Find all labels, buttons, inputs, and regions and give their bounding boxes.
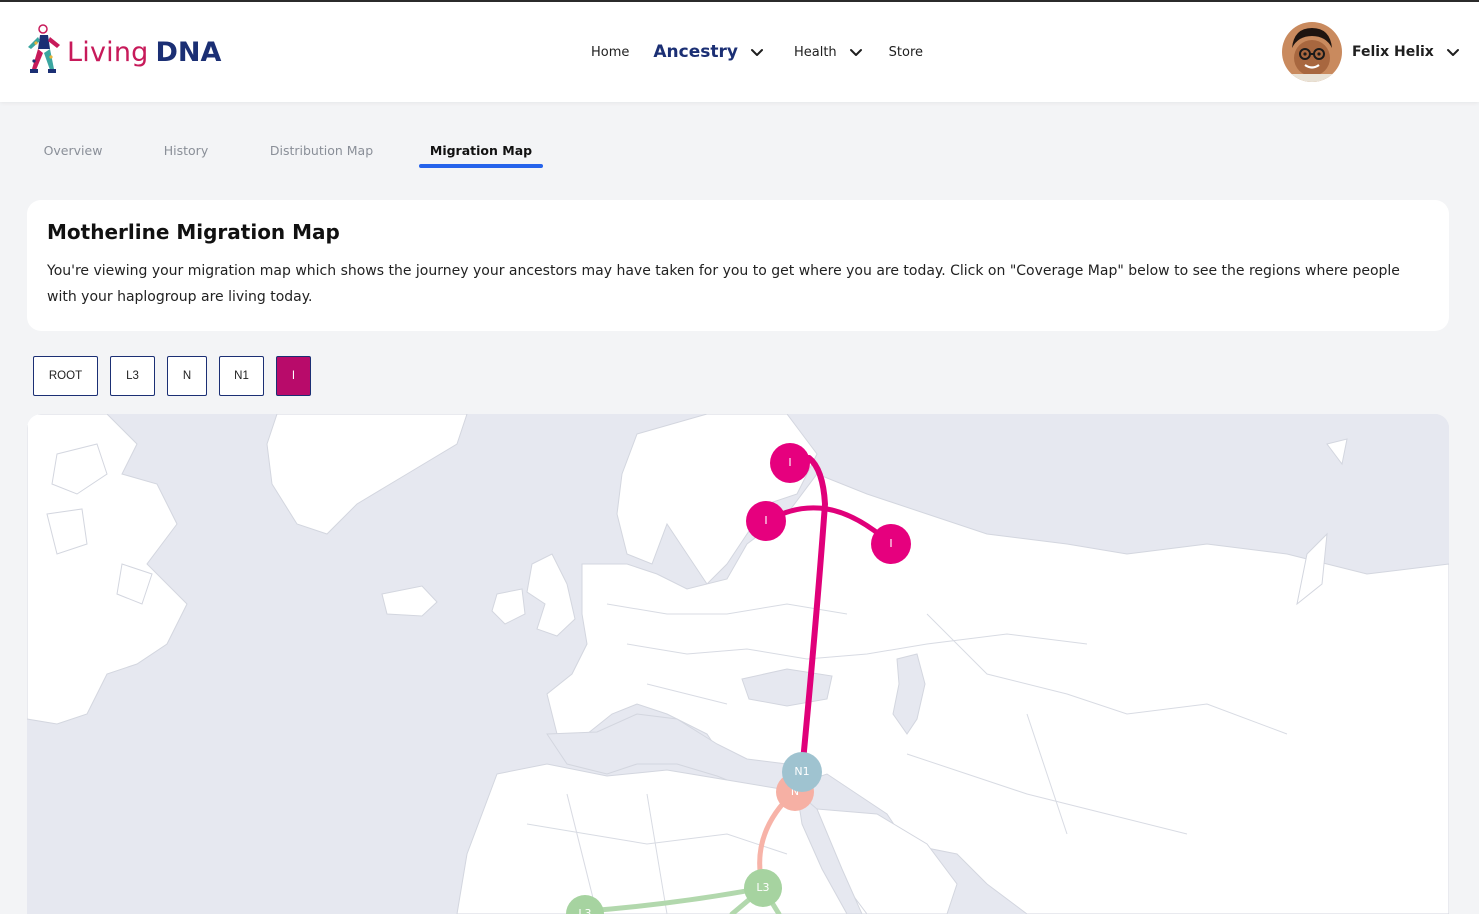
haplogroup-button-n1[interactable]: N1 xyxy=(219,356,264,396)
living-dna-logo[interactable]: Living DNA xyxy=(24,22,221,82)
map-node-n1[interactable]: N1 xyxy=(782,752,822,792)
map-node-l3[interactable]: L3 xyxy=(744,869,782,907)
user-name: Felix Helix xyxy=(1352,44,1434,60)
migration-map-intro-card: Motherline Migration Map You're viewing … xyxy=(27,200,1449,331)
page-title: Motherline Migration Map xyxy=(47,220,340,244)
chevron-down-icon xyxy=(750,49,763,56)
nav-ancestry-label: Ancestry xyxy=(653,42,738,62)
haplogroup-button-i[interactable]: I xyxy=(276,356,311,396)
haplogroup-button-n[interactable]: N xyxy=(167,356,207,396)
tab-history[interactable]: History xyxy=(155,136,217,170)
user-avatar xyxy=(1282,22,1342,82)
nav-home-link[interactable]: Home xyxy=(591,45,629,60)
map-node-label: I xyxy=(764,514,767,527)
world-map-svg[interactable]: L3 L3 N N1 I I I xyxy=(27,414,1449,914)
migration-map[interactable]: L3 L3 N N1 I I I xyxy=(27,414,1449,914)
nav-health-label: Health xyxy=(793,44,837,60)
main-navigation: Home Ancestry Health Store xyxy=(591,38,923,66)
tab-overview[interactable]: Overview xyxy=(27,136,119,170)
tab-distribution-map[interactable]: Distribution Map xyxy=(264,136,379,170)
active-tab-indicator xyxy=(419,164,543,168)
chevron-down-icon xyxy=(1446,49,1459,56)
page-description: You're viewing your migration map which … xyxy=(47,263,1400,305)
site-header: Living DNA Home Ancestry Health Store Fe… xyxy=(0,2,1479,102)
haplogroup-button-root[interactable]: ROOT xyxy=(33,356,98,396)
logo-text-living: Living xyxy=(67,36,149,68)
logo-text-dna: DNA xyxy=(155,36,222,68)
map-node-label: I xyxy=(788,456,791,469)
user-menu[interactable]: Felix Helix xyxy=(1282,22,1462,82)
map-node-i-east[interactable]: I xyxy=(871,524,911,564)
dna-figure-icon xyxy=(28,24,60,73)
nav-store-link[interactable]: Store xyxy=(889,45,923,60)
chevron-down-icon xyxy=(849,49,862,56)
map-node-label: L3 xyxy=(578,907,591,914)
map-node-i-north[interactable]: I xyxy=(770,443,810,483)
map-node-i-west[interactable]: I xyxy=(746,501,786,541)
haplogroup-button-l3[interactable]: L3 xyxy=(110,356,155,396)
map-node-label: L3 xyxy=(756,881,769,894)
nav-health-dropdown[interactable]: Health xyxy=(794,43,865,61)
map-node-label: N1 xyxy=(794,765,809,778)
map-node-label: I xyxy=(889,537,892,550)
nav-ancestry-dropdown[interactable]: Ancestry xyxy=(653,42,766,62)
